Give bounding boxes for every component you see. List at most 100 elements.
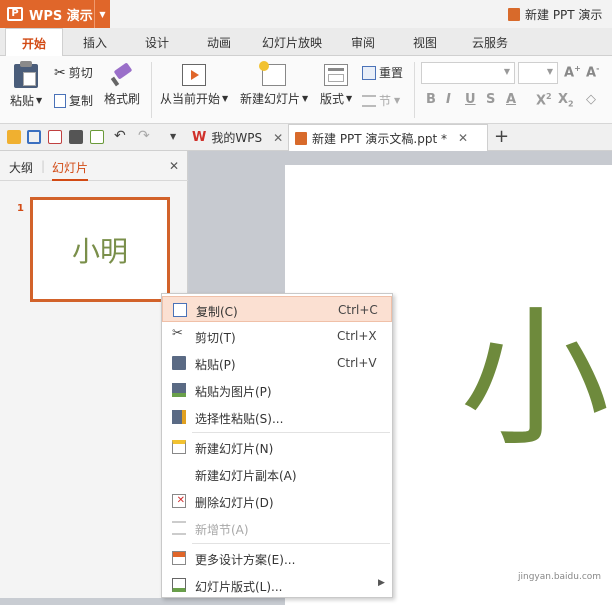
- cut-button[interactable]: ✂ 剪切: [54, 64, 93, 81]
- app-menu-button[interactable]: P WPS 演示 ▼: [0, 0, 110, 28]
- slideshow-play-icon: [182, 64, 207, 86]
- ribbon-divider: [414, 62, 415, 118]
- tab-view[interactable]: 视图: [402, 28, 448, 56]
- ribbon: 粘贴 ▼ ✂ 剪切 复制 格式刷 从当前开始 ▼ 新建幻灯片 ▼ 版式 ▼ 重置…: [0, 56, 612, 124]
- new-slide-icon: [259, 61, 287, 86]
- document-title-text: 新建 PPT 演示: [525, 8, 603, 22]
- menu-item-cut[interactable]: ✂ 剪切(T) Ctrl+X: [162, 323, 392, 349]
- doc-tab-presentation[interactable]: 新建 PPT 演示文稿.ppt * ✕: [288, 124, 488, 151]
- font-shrink-button[interactable]: A-: [586, 64, 599, 80]
- menu-item-copy[interactable]: 复制(C) Ctrl+C: [162, 296, 392, 322]
- menu-item-more-designs[interactable]: 更多设计方案(E)...: [162, 545, 392, 571]
- tab-slides[interactable]: 幻灯片: [52, 159, 89, 181]
- menu-separator: [192, 432, 390, 433]
- play-from-current-button[interactable]: 从当前开始 ▼: [160, 64, 228, 107]
- ppt-file-icon: [508, 8, 520, 21]
- chevron-down-icon: ▼: [36, 96, 43, 105]
- menu-item-slide-layout[interactable]: 幻灯片版式(L)... ▶: [162, 572, 392, 598]
- panel-tab-divider: |: [41, 159, 46, 173]
- menu-shortcut: Ctrl+V: [337, 356, 377, 370]
- ribbon-tab-bar: 开始 插入 设计 动画 幻灯片放映 审阅 视图 云服务: [0, 28, 612, 57]
- layout-button[interactable]: 版式 ▼: [320, 64, 352, 107]
- menu-item-paste[interactable]: 粘贴(P) Ctrl+V: [162, 350, 392, 376]
- cut-label: 剪切: [68, 66, 93, 80]
- menu-item-label: 粘贴(P): [195, 358, 236, 372]
- brush-icon: [110, 62, 133, 87]
- font-size-select[interactable]: ▼: [518, 62, 558, 84]
- bold-button[interactable]: B: [426, 92, 436, 107]
- menu-item-paste-as-picture[interactable]: 粘贴为图片(P): [162, 377, 392, 403]
- close-icon[interactable]: ✕: [273, 131, 283, 145]
- chevron-down-icon: ▼: [503, 67, 510, 76]
- tab-animation[interactable]: 动画: [196, 28, 242, 56]
- menu-item-new-slide[interactable]: 新建幻灯片(N): [162, 434, 392, 460]
- menu-shortcut: Ctrl+C: [338, 303, 378, 317]
- chevron-down-icon[interactable]: ▼: [94, 0, 110, 28]
- slide-text[interactable]: 小: [460, 305, 610, 455]
- menu-item-delete-slide[interactable]: ✕ 删除幻灯片(D): [162, 488, 392, 514]
- layout-icon: [172, 578, 186, 592]
- new-slide-label: 新建幻灯片: [240, 92, 301, 106]
- paste-button[interactable]: 粘贴 ▼: [10, 61, 43, 109]
- superscript-button[interactable]: X2: [536, 92, 552, 108]
- menu-separator: [192, 543, 390, 544]
- baidu-watermark: Bai 经验: [470, 534, 561, 559]
- chevron-down-icon: ▼: [394, 96, 401, 105]
- menu-item-label: 剪切(T): [195, 331, 236, 345]
- new-slide-button[interactable]: 新建幻灯片 ▼: [240, 61, 308, 107]
- title-bar: P WPS 演示 ▼ 新建 PPT 演示: [0, 0, 612, 28]
- chevron-down-icon: ▼: [222, 94, 229, 103]
- menu-item-duplicate-slide[interactable]: 新建幻灯片副本(A): [162, 461, 392, 487]
- font-color-button[interactable]: A: [506, 92, 516, 107]
- app-name: WPS 演示: [29, 8, 93, 24]
- copy-icon: [173, 303, 187, 317]
- menu-item-label: 选择性粘贴(S)...: [195, 412, 284, 426]
- section-button[interactable]: 节 ▼: [362, 92, 400, 109]
- close-icon[interactable]: ✕: [458, 131, 468, 145]
- clipboard-icon: [172, 356, 186, 370]
- reset-button[interactable]: 重置: [362, 64, 403, 81]
- export-pdf-icon[interactable]: [48, 130, 62, 144]
- paste-label: 粘贴: [10, 94, 35, 108]
- menu-item-paste-special[interactable]: 选择性粘贴(S)...: [162, 404, 392, 430]
- panel-tabs: 大纲 | 幻灯片 ✕: [0, 151, 188, 181]
- wps-logo-icon: P: [7, 7, 23, 21]
- undo-icon[interactable]: ↶: [114, 128, 126, 144]
- save-icon[interactable]: [27, 130, 41, 144]
- tab-cloud[interactable]: 云服务: [462, 28, 518, 56]
- format-painter-button[interactable]: 格式刷: [104, 62, 140, 107]
- submenu-arrow-icon: ▶: [378, 578, 385, 588]
- doc-tab-mywps[interactable]: W 我的WPS ✕: [186, 124, 286, 151]
- underline-button[interactable]: U: [465, 92, 476, 107]
- subscript-button[interactable]: X2: [558, 92, 574, 109]
- new-tab-icon[interactable]: +: [494, 126, 509, 147]
- tab-slideshow[interactable]: 幻灯片放映: [254, 28, 330, 56]
- italic-button[interactable]: I: [446, 92, 451, 107]
- tab-design[interactable]: 设计: [134, 28, 180, 56]
- slide-thumbnail[interactable]: 小明: [30, 197, 170, 302]
- open-folder-icon[interactable]: [7, 130, 21, 144]
- shadow-button[interactable]: S: [486, 92, 495, 107]
- slides-panel: 大纲 | 幻灯片 ✕ 1 小明: [0, 151, 188, 598]
- tab-home[interactable]: 开始: [5, 28, 63, 57]
- redo-icon[interactable]: ↷: [138, 128, 150, 144]
- tab-review[interactable]: 审阅: [340, 28, 386, 56]
- reset-icon: [362, 65, 376, 80]
- preview-icon[interactable]: [90, 130, 104, 144]
- tab-outline[interactable]: 大纲: [9, 159, 33, 176]
- print-icon[interactable]: [69, 130, 83, 144]
- copy-button[interactable]: 复制: [54, 92, 93, 109]
- font-name-select[interactable]: ▼: [421, 62, 515, 84]
- menu-shortcut: Ctrl+X: [337, 329, 377, 343]
- close-icon[interactable]: ✕: [169, 159, 179, 173]
- font-grow-button[interactable]: A+: [564, 64, 581, 80]
- menu-item-label: 新增节(A): [195, 523, 249, 537]
- delete-slide-icon: ✕: [172, 494, 186, 508]
- slide-number: 1: [17, 203, 24, 214]
- tab-insert[interactable]: 插入: [72, 28, 118, 56]
- layout-label: 版式: [320, 92, 345, 106]
- from-current-label: 从当前开始: [160, 92, 221, 106]
- clear-format-button[interactable]: ◇: [586, 92, 596, 107]
- doc-tab-label: 我的WPS: [211, 131, 263, 145]
- chevron-down-icon[interactable]: ▼: [170, 132, 176, 141]
